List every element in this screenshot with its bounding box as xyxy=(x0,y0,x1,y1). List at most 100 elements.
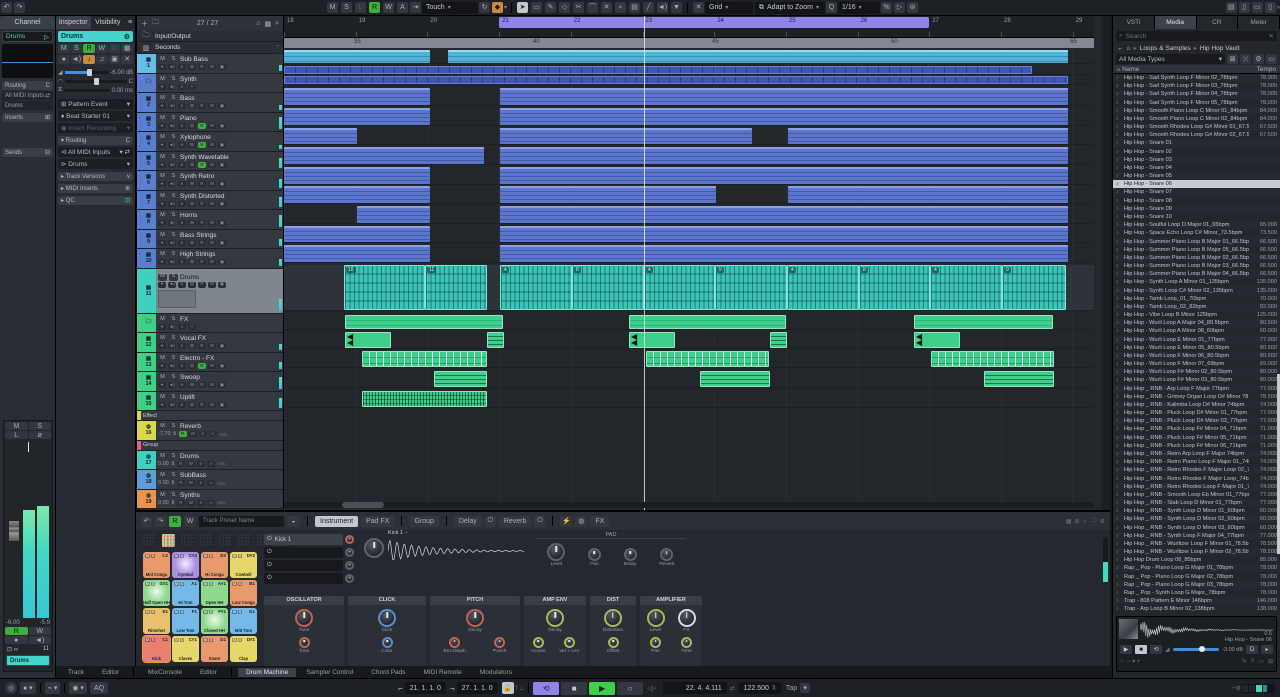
drum-pad-clap[interactable]: M S D#1 Clap xyxy=(230,636,257,662)
event[interactable] xyxy=(646,351,769,367)
track-row[interactable]: ▦ 6 M S Synth Retro ● ◄) e ⊞ R W ▣ xyxy=(137,171,283,191)
shuffle-icon[interactable]: ⤬ xyxy=(1240,54,1251,64)
track-row[interactable]: ▦ 9 M S Bass Strings ● ◄) e ⊞ R W ▣ xyxy=(137,229,283,249)
back-icon[interactable]: ← xyxy=(1117,45,1124,52)
preset-folder-icon[interactable]: 🗀 xyxy=(1091,516,1097,526)
event-display[interactable]: 18 19 20 21 22 23 24 25 26 27 28 29 35 40 45 50 55 10 11… xyxy=(284,16,1110,510)
stepper-icon[interactable]: ⇕ xyxy=(171,500,175,506)
pad-mute-chip[interactable]: M xyxy=(174,637,179,642)
monitor-icon[interactable]: ◄) xyxy=(168,200,176,207)
read-button[interactable]: R xyxy=(198,181,206,188)
media-row[interactable]: ♪ Hip Hop - Sad Synth Loop F Minor 02_78b… xyxy=(1113,74,1280,83)
reverb-power-icon[interactable]: ⏻ xyxy=(534,515,546,527)
mute-button[interactable]: M xyxy=(158,153,167,161)
override-w-button[interactable]: W xyxy=(383,2,394,13)
knob-click[interactable]: Click xyxy=(378,609,396,633)
monitor-icon[interactable]: ◄) xyxy=(168,142,176,149)
stepper-icon[interactable]: ⇕ xyxy=(173,431,177,437)
record-enable-icon[interactable]: ● xyxy=(158,200,166,207)
lane-icon[interactable]: ▣ xyxy=(218,220,226,227)
event[interactable] xyxy=(500,167,1068,184)
tool-zoom-icon[interactable]: ⌕ xyxy=(615,2,627,13)
write-button[interactable]: W xyxy=(188,431,197,438)
drum-editor-icon[interactable]: ⊞ xyxy=(188,122,196,129)
monitor-icon[interactable]: ◄) xyxy=(168,281,176,288)
constrain-delay-icon[interactable]: ◎ xyxy=(5,682,17,694)
media-row[interactable]: ♪ Hip Hop - Sad Synth Loop F Minor 04_78b… xyxy=(1113,90,1280,99)
media-row[interactable]: ♪ Hip Hop - Soulful Loop D Major 01_65bpm… xyxy=(1113,221,1280,230)
media-row[interactable]: ♪ Hip Hop _ RNB - Synth Loop F Major 04_7… xyxy=(1113,531,1280,540)
tool-erase-icon[interactable]: ◇ xyxy=(559,2,571,13)
pad-solo-chip[interactable]: S xyxy=(150,609,156,614)
synth-retro-lane[interactable] xyxy=(284,167,1094,185)
track-row[interactable]: ▦ 2 M S Bass ● ◄) e ⊞ R W ▣ xyxy=(137,93,283,113)
read-button[interactable]: R xyxy=(198,220,206,227)
record-enable-icon[interactable]: ● xyxy=(158,382,166,389)
event[interactable] xyxy=(357,206,430,223)
media-row[interactable]: ♪ Hip Hop - Snare 04 xyxy=(1113,164,1280,172)
track-row[interactable]: ▦ 8 M S Horns ● ◄) e ⊞ R W ▣ xyxy=(137,210,283,230)
quantize-preset-select[interactable]: 1/16 ▾ xyxy=(838,1,881,14)
write-button[interactable]: W xyxy=(208,181,216,188)
record-enable-icon[interactable]: ● xyxy=(158,161,166,168)
solo-button[interactable]: S xyxy=(169,393,178,401)
read-button[interactable]: R xyxy=(198,401,206,408)
drum-pad-claves[interactable]: M S C#1 Claves xyxy=(172,636,199,662)
monitor-icon[interactable]: ◄) xyxy=(168,161,176,168)
drum-editor-icon[interactable]: ⊞ xyxy=(188,142,196,149)
read-button[interactable]: R xyxy=(198,281,206,288)
media-row[interactable]: ♪ Hip Hop - Smooth Rhodes Loop G# Minor 0… xyxy=(1113,123,1280,132)
media-row[interactable]: ♪ Hip Hop - Wurli Loop F Minor 07_69bpm 69… xyxy=(1113,360,1280,368)
window-zone-right-icon[interactable]: ▯ xyxy=(1264,2,1276,13)
mute-button[interactable]: M xyxy=(158,114,167,122)
write-button[interactable]: W xyxy=(208,64,216,71)
phase-button[interactable]: ø xyxy=(28,431,51,439)
gain-value[interactable]: -7.70 xyxy=(158,431,171,437)
record-enable-icon[interactable]: ● xyxy=(5,636,28,644)
preview-sync-icon[interactable]: D xyxy=(1246,645,1258,654)
pad-mute-chip[interactable]: M xyxy=(232,581,237,586)
media-row[interactable]: ♪ Hip Hop - Wurli Loop E Minor 05_80.5bpm… xyxy=(1113,344,1280,352)
preview-play-icon[interactable]: ▶ xyxy=(1120,645,1132,654)
monitor-icon[interactable]: ◄) xyxy=(70,55,83,64)
slot-name[interactable]: ⏻ xyxy=(264,560,343,571)
synth-folder-lane-b[interactable] xyxy=(284,76,1094,85)
edit-channel-icon[interactable]: e xyxy=(178,220,186,227)
track-row[interactable]: ▦ 10 M S High Strings ● ◄) e ⊞ R W ▣ xyxy=(137,249,283,269)
knob-accent[interactable]: Accent xyxy=(531,637,546,654)
knob-decay[interactable]: Decay xyxy=(466,609,484,633)
write-button[interactable]: W xyxy=(186,499,195,506)
media-list-header[interactable]: ▵ Name Tempo xyxy=(1113,65,1280,74)
expand-icon[interactable]: ▭ xyxy=(1266,54,1277,64)
track-row[interactable]: Group xyxy=(137,440,283,451)
goto-right-locator-icon[interactable]: ¬ xyxy=(450,684,455,693)
track-row[interactable]: ◍ 17 M S Drums 0.00 ⇕ R We ∞ Volu xyxy=(137,450,283,470)
read-button[interactable]: R xyxy=(198,64,206,71)
event[interactable] xyxy=(284,245,430,262)
media-row[interactable]: ♪ Hip Hop - Smooth Piano Loop C Minor 01_… xyxy=(1113,106,1280,115)
pattern-slot[interactable] xyxy=(181,534,194,547)
drum-pad-mid-tom[interactable]: M S G1 Mid Tom xyxy=(230,608,257,634)
find-track-icon[interactable]: ⌕ xyxy=(275,20,279,28)
slot-knob[interactable] xyxy=(345,535,354,544)
tempo-field[interactable]: 122.500 ⇕ xyxy=(737,682,782,694)
grid-icon[interactable]: ⊞ xyxy=(1268,658,1273,665)
override-l-button[interactable]: L xyxy=(355,2,366,13)
edit-channel-icon[interactable]: e xyxy=(178,64,186,71)
pad-mute-chip[interactable]: M xyxy=(203,553,208,558)
tab-midi-remote[interactable]: MIDI Remote xyxy=(416,668,470,677)
knob-tone[interactable]: Tone xyxy=(298,637,310,654)
tool-range-selection-icon[interactable]: ▭ xyxy=(531,2,543,13)
event[interactable]: 8 xyxy=(859,265,930,310)
read-button[interactable]: R xyxy=(176,480,185,487)
event[interactable] xyxy=(500,147,1068,164)
bypass-icon[interactable]: ∞ xyxy=(208,431,217,438)
media-row[interactable]: ♪ Hip Hop _ RNB - Arp Loop F Major 77bpm 7… xyxy=(1113,384,1280,393)
solo-button[interactable]: S xyxy=(169,56,178,64)
event[interactable] xyxy=(500,206,1068,223)
slot-power-icon[interactable]: ⏻ xyxy=(267,549,272,556)
lane-icon[interactable]: ▣ xyxy=(218,64,226,71)
read-button[interactable]: R xyxy=(198,200,206,207)
tab-modulators[interactable]: Modulators xyxy=(472,668,520,677)
media-row[interactable]: ♪ Hip Hop - Wurli Loop F# Minor 02_80.5bp… xyxy=(1113,368,1280,377)
